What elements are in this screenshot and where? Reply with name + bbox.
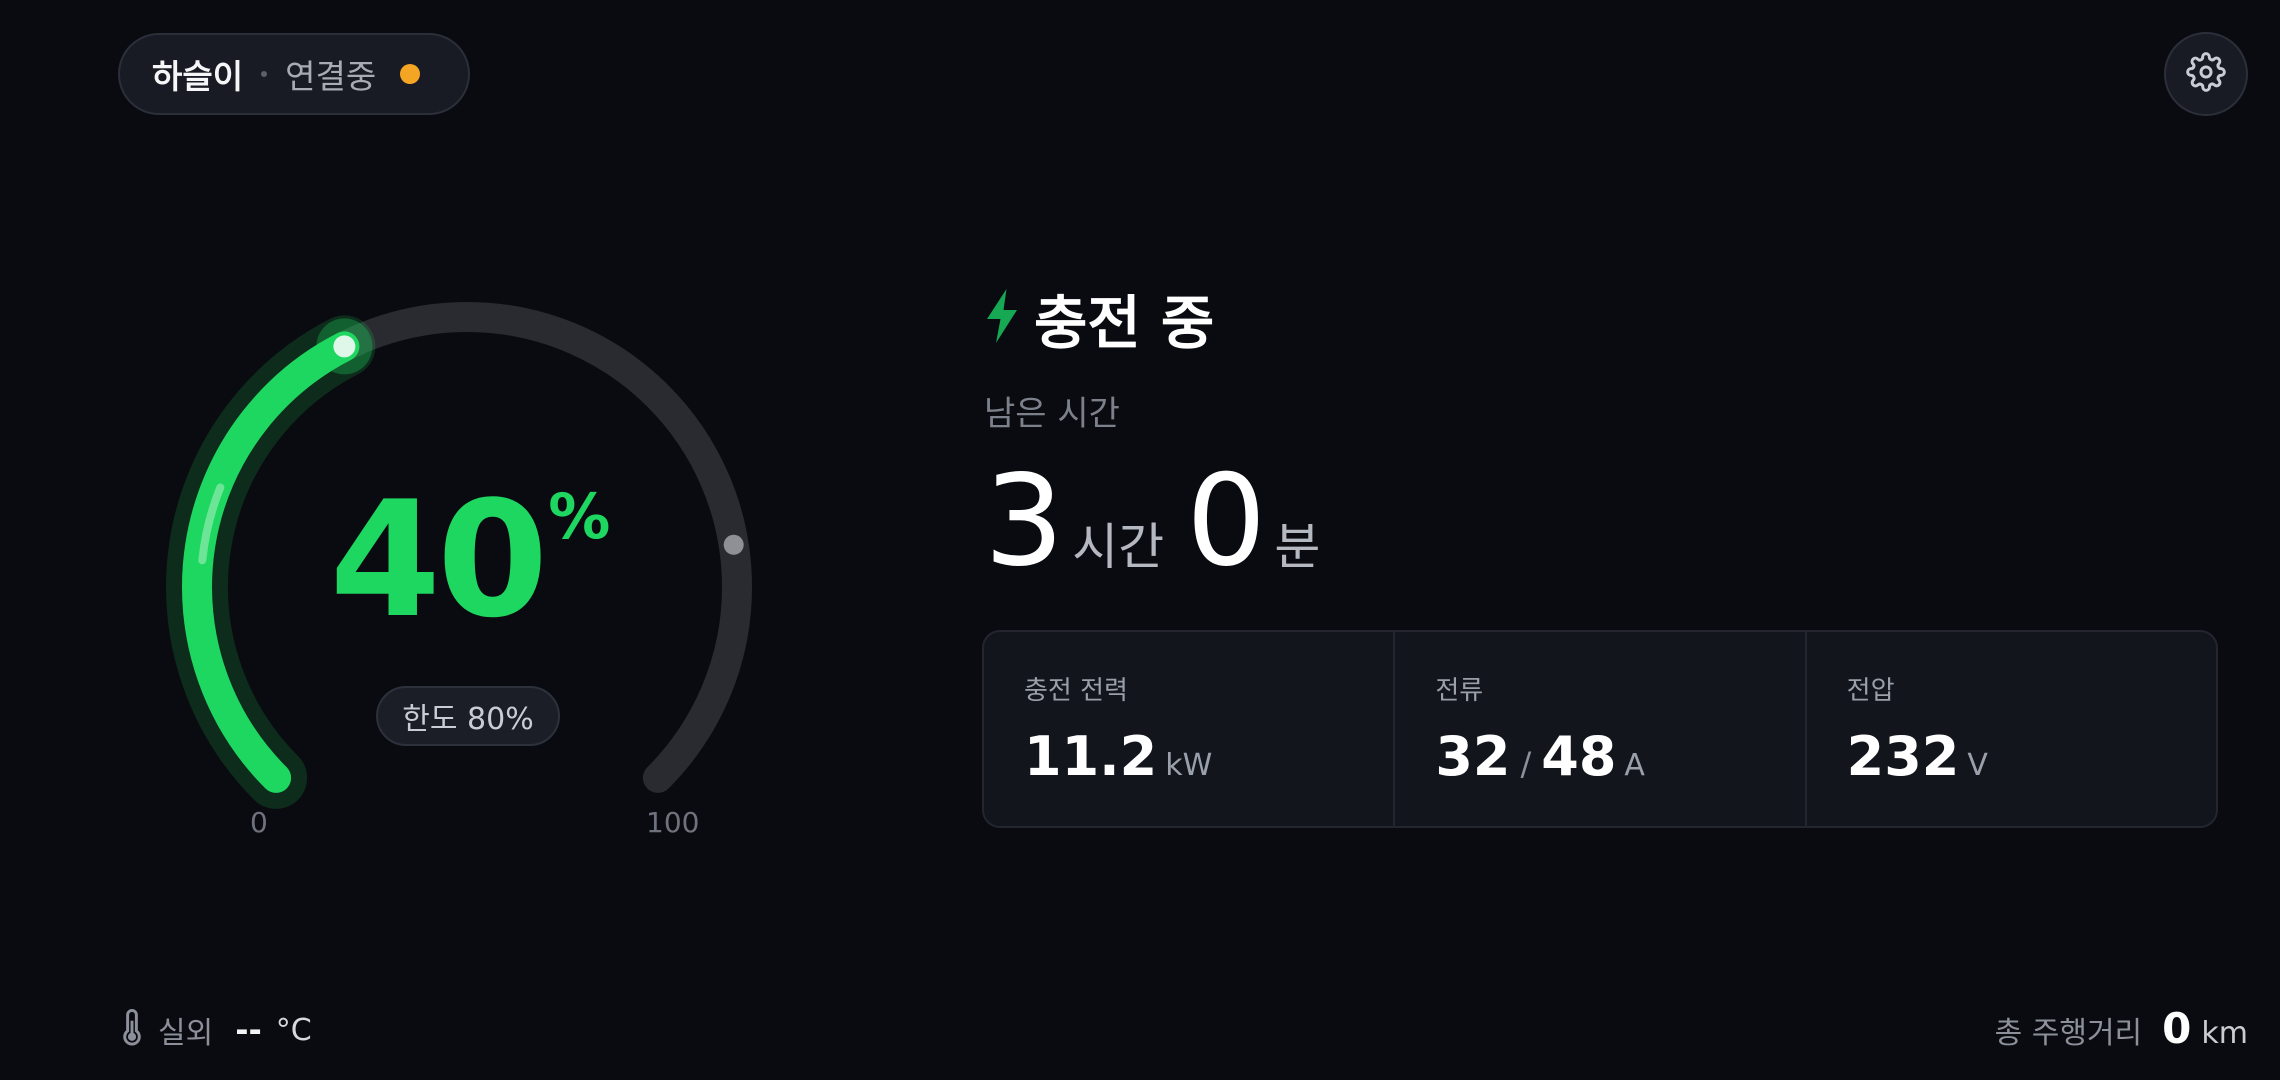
stat-power-unit: kW (1165, 748, 1213, 783)
charging-status-title: 충전 중 (1034, 289, 1215, 357)
gauge-max-label: 100 (646, 806, 700, 839)
charge-limit-badge[interactable]: 한도 80% (376, 686, 560, 746)
remaining-time: 3 시간 0 분 (984, 458, 1342, 584)
stat-voltage-label: 전압 (1846, 676, 1895, 706)
stat-current-value-row: 32 / 48 A (1435, 725, 1764, 788)
stat-voltage: 전압 232 V (1804, 632, 2216, 826)
stat-voltage-value: 232 (1846, 725, 1960, 788)
stat-power-label: 충전 전력 (1024, 676, 1128, 706)
stat-current-label: 전류 (1435, 676, 1484, 706)
settings-button[interactable] (2164, 32, 2248, 116)
hours-unit: 시간 (1072, 518, 1165, 576)
odometer-unit: km (2201, 1016, 2248, 1051)
stat-voltage-unit: V (1967, 748, 1988, 783)
outdoor-temperature: 실외 -- °C (120, 1008, 312, 1052)
stat-power-value-row: 11.2 kW (1024, 725, 1353, 788)
connection-status: 연결중 (285, 57, 377, 96)
stat-current-value: 32 (1435, 725, 1511, 788)
stat-current: 전류 32 / 48 A (1393, 632, 1804, 826)
vehicle-name: 하슬이 (152, 57, 244, 96)
battery-percent: 40 % (160, 480, 780, 640)
charging-dashboard: 하슬이 연결중 40 % 한도 80% 0 100 충전 중 남은 시간 3 시… (0, 0, 2280, 1080)
stat-power-value: 11.2 (1024, 725, 1158, 788)
outdoor-temp-unit: °C (275, 1012, 312, 1048)
minutes-unit: 분 (1274, 518, 1321, 576)
odometer-value: 0 (2162, 1004, 2192, 1053)
gauge-min-label: 0 (250, 806, 268, 839)
stat-power: 충전 전력 11.2 kW (984, 632, 1393, 826)
separator-dot (261, 71, 268, 77)
charging-status: 충전 중 (984, 276, 1214, 360)
stat-voltage-value-row: 232 V (1847, 725, 2176, 788)
stat-current-unit: A (1624, 748, 1645, 783)
stat-current-separator: / (1520, 745, 1532, 783)
outdoor-temp-value: -- (235, 1011, 262, 1049)
gear-icon (2186, 52, 2226, 96)
stat-current-max: 48 (1541, 725, 1617, 788)
charging-stats-card: 충전 전력 11.2 kW 전류 32 / 48 A 전압 232 V (982, 630, 2218, 828)
vehicle-status-pill[interactable]: 하슬이 연결중 (118, 33, 470, 115)
remaining-hours: 3 (984, 447, 1065, 594)
odometer-label: 총 주행거리 (1994, 1016, 2143, 1051)
battery-percent-sign: % (548, 480, 611, 553)
battery-gauge: 40 % 한도 80% 0 100 (160, 290, 780, 850)
remaining-minutes: 0 (1186, 447, 1267, 594)
battery-percent-value: 40 (329, 466, 549, 653)
thermometer-icon (120, 1009, 144, 1051)
lightning-bolt-icon (984, 289, 1020, 347)
odometer: 총 주행거리 0 km (1995, 1004, 2248, 1053)
connection-status-dot (400, 64, 421, 84)
level-knob[interactable] (333, 335, 356, 358)
remaining-time-label: 남은 시간 (984, 394, 1120, 434)
outdoor-label: 실외 (158, 1016, 214, 1051)
